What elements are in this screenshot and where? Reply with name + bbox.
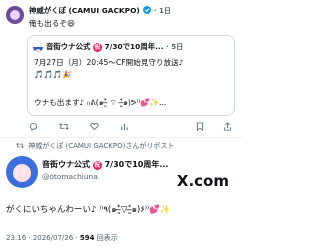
views-icon [120,122,129,131]
reply-button[interactable] [29,122,38,131]
retweet-label: 神威がくぽ (CAMUI GACKPO)さんがリポスト [16,141,174,151]
quote-line2-emojis: 🎵🎵🎵🎉 [34,70,72,79]
tweet2-handle[interactable]: @otomachiuna [42,172,98,181]
bookmark-icon [196,122,204,131]
share-icon [223,122,232,131]
views-count: 594 [79,234,95,242]
x-logo: X.com [176,172,229,190]
like-button[interactable] [90,122,99,131]
tweet2-timestamp[interactable]: 23:16 · 2026/07/26 · [6,234,80,242]
divider [0,137,243,138]
like-icon [90,122,99,131]
views-button[interactable] [120,122,129,131]
quote-line1: 7月27日（月）20:45〜CF開始見守り放送♪ [34,58,184,67]
share-button[interactable] [223,122,232,131]
tweet2-meta: 23:16 · 2026/07/26 · 594 回表示 [6,234,118,242]
retweet-button[interactable] [59,122,69,131]
retweet-small-icon [16,142,24,151]
bookmark-button[interactable] [196,122,204,131]
tweet1-text: 俺も出るぞ😆 [29,19,75,28]
quote-author: 音街ウナ公式 祝 7/30で10周年... · 5日 [46,42,184,52]
avatar-una-small [33,42,43,52]
avatar-gackpo[interactable] [6,6,24,24]
celebration-badge-icon: 祝 [92,161,102,170]
tweet2-author[interactable]: 音街ウナ公式 祝 7/30で10周年... [42,159,168,170]
verified-icon [143,6,152,14]
tweet1-age[interactable]: 1日 [159,7,171,15]
tweet1-author[interactable]: 神威がくぽ (CAMUI GACKPO) · 1日 [29,5,171,16]
tweet2-text: がくにいちゃんわーい♪ ⁾⁾٩(๑˃̶͈̀▽˂̶͈́๑)۶⁾⁾💕✨ [6,205,171,215]
quote-line3: ウナも出ます♪ ₍₍ᕕ(๑˃̶͈̀ ⌔ ˂̶͈́๑)ᕗ⁾⁾💕✨... [34,98,167,107]
x-logo-icon: X.com [177,172,229,190]
celebration-badge-icon: 祝 [92,43,102,52]
retweet-icon [59,122,69,131]
avatar-una[interactable] [6,156,38,188]
reply-icon [29,122,38,131]
quote-age: 5日 [171,43,184,51]
